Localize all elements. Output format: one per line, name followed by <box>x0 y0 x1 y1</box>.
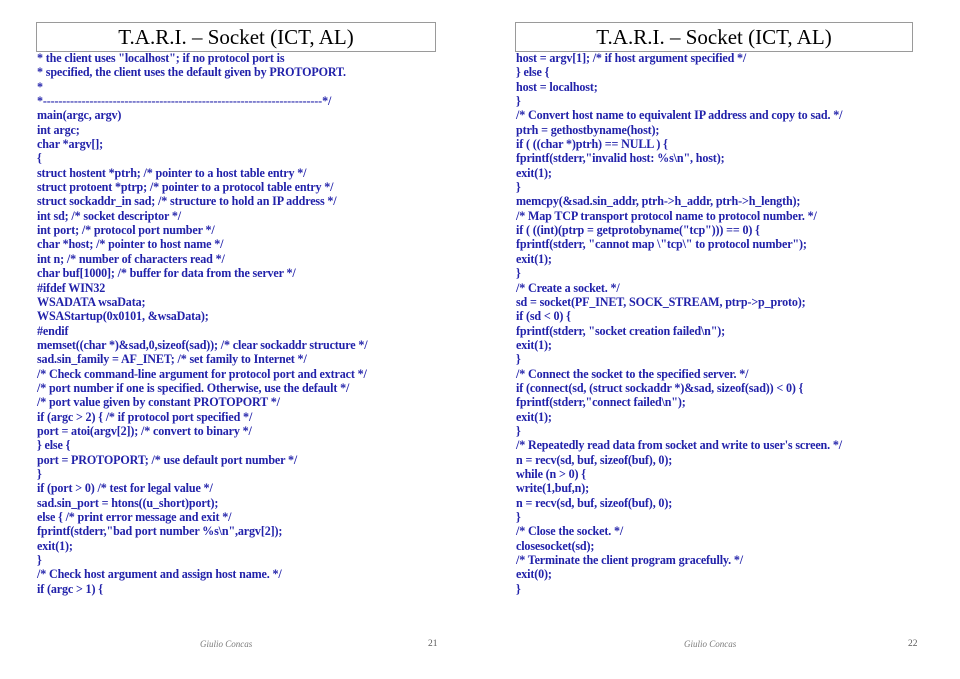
code-line: exit(1); <box>516 409 552 424</box>
code-line: char *argv[]; <box>37 137 104 152</box>
code-line: int n; /* number of characters read */ <box>37 251 225 266</box>
footer-author-left: Giulio Concas <box>200 639 253 649</box>
code-line: * <box>37 79 43 94</box>
code-line: n = recv(sd, buf, sizeof(buf), 0); <box>516 452 673 467</box>
code-line: main(argc, argv) <box>37 108 122 123</box>
code-line: fprintf(stderr, "cannot map \"tcp\" to p… <box>516 237 807 252</box>
code-line: char buf[1000]; /* buffer for data from … <box>37 266 296 281</box>
code-body-right: host = argv[1]; /* if host argument spec… <box>516 51 951 596</box>
code-line: } <box>37 466 42 481</box>
code-line: fprintf(stderr,"bad port number %s\n",ar… <box>37 524 283 539</box>
code-line: memcpy(&sad.sin_addr, ptrh->h_addr, ptrh… <box>516 194 801 209</box>
code-line: sad.sin_family = AF_INET; /* set family … <box>37 352 307 367</box>
code-line: int port; /* protocol port number */ <box>37 223 215 238</box>
code-line: int sd; /* socket descriptor */ <box>37 208 181 223</box>
code-line: if (connect(sd, (struct sockaddr *)&sad,… <box>516 380 804 395</box>
code-line: while (n > 0) { <box>516 466 586 481</box>
code-line: if (port > 0) /* test for legal value */ <box>37 481 213 496</box>
code-body-left: * the client uses "localhost"; if no pro… <box>37 51 467 596</box>
code-line: if (argc > 1) { <box>37 581 103 596</box>
code-line: } else { <box>37 438 71 453</box>
code-line: /* Convert host name to equivalent IP ad… <box>516 108 843 123</box>
slide-title-left: T.A.R.I. – Socket (ICT, AL) <box>36 22 436 52</box>
code-line: host = argv[1]; /* if host argument spec… <box>516 51 747 65</box>
code-line: int argc; <box>37 122 80 137</box>
code-line: exit(1); <box>516 251 552 266</box>
code-line: memset((char *)&sad,0,sizeof(sad)); /* c… <box>37 337 368 352</box>
code-line: fprintf(stderr,"connect failed\n"); <box>516 395 686 410</box>
code-line: *---------------------------------------… <box>37 94 332 109</box>
code-line: /* Check command-line argument for proto… <box>37 366 367 381</box>
code-line: else { /* print error message and exit *… <box>37 510 232 524</box>
code-line: #endif <box>37 323 69 338</box>
code-line: /* Connect the socket to the specified s… <box>516 366 749 381</box>
code-line: sd = socket(PF_INET, SOCK_STREAM, ptrp->… <box>516 294 806 309</box>
code-line: fprintf(stderr,"invalid host: %s\n", hos… <box>516 151 725 166</box>
code-line: struct protoent *ptrp; /* pointer to a p… <box>37 180 334 195</box>
code-line: write(1,buf,n); <box>516 481 589 496</box>
code-line: ptrh = gethostbyname(host); <box>516 122 660 137</box>
code-line: port = PROTOPORT; /* use default port nu… <box>37 452 298 467</box>
code-line: struct sockaddr_in sad; /* structure to … <box>37 194 337 209</box>
code-line: WSADATA wsaData; <box>37 294 146 309</box>
code-line: if ( ((char *)ptrh) == NULL ) { <box>516 137 668 152</box>
footer-page-number-left: 21 <box>428 639 438 649</box>
footer-page-number-right: 22 <box>908 639 918 649</box>
code-line: } <box>516 423 521 438</box>
code-line: /* Repeatedly read data from socket and … <box>516 438 842 453</box>
code-line: exit(1); <box>516 165 552 180</box>
code-line: { <box>37 151 42 166</box>
code-line: port = atoi(argv[2]); /* convert to bina… <box>37 423 252 438</box>
code-line: * the client uses "localhost"; if no pro… <box>37 51 285 65</box>
code-line: /* Close the socket. */ <box>516 524 624 539</box>
code-line: host = localhost; <box>516 79 598 94</box>
code-line: sad.sin_port = htons((u_short)port); <box>37 495 219 510</box>
code-line: #ifdef WIN32 <box>37 280 106 295</box>
code-line: } <box>516 581 521 596</box>
code-line: exit(1); <box>37 538 73 553</box>
slide-right: T.A.R.I. – Socket (ICT, AL) host = argv[… <box>480 0 960 679</box>
code-line: exit(0); <box>516 567 552 582</box>
code-line: } <box>516 94 521 109</box>
code-line: struct hostent *ptrh; /* pointer to a ho… <box>37 165 307 180</box>
code-line: if (argc > 2) { /* if protocol port spec… <box>37 409 253 424</box>
code-line: exit(1); <box>516 337 552 352</box>
slide-pair-page: T.A.R.I. – Socket (ICT, AL) * the client… <box>0 0 960 679</box>
code-line: /* port value given by constant PROTOPOR… <box>37 395 280 410</box>
footer-author-right: Giulio Concas <box>684 639 737 649</box>
code-line: /* Terminate the client program graceful… <box>516 553 743 568</box>
code-line: } <box>516 180 521 195</box>
code-line: if ( ((int)(ptrp = getprotobyname("tcp")… <box>516 223 760 238</box>
slide-footer-right: Giulio Concas 22 <box>480 639 960 653</box>
code-line: } else { <box>516 65 550 80</box>
code-line: if (sd < 0) { <box>516 309 571 324</box>
code-line: closesocket(sd); <box>516 538 595 553</box>
slide-title-right: T.A.R.I. – Socket (ICT, AL) <box>515 22 913 52</box>
slide-left: T.A.R.I. – Socket (ICT, AL) * the client… <box>0 0 480 679</box>
code-line: * specified, the client uses the default… <box>37 65 346 80</box>
code-line: } <box>516 510 521 524</box>
code-line: } <box>516 266 521 281</box>
code-line: } <box>516 352 521 367</box>
code-line: char *host; /* pointer to host name */ <box>37 237 224 252</box>
code-line: fprintf(stderr, "socket creation failed\… <box>516 323 726 338</box>
code-line: /* Check host argument and assign host n… <box>37 567 282 582</box>
code-line: } <box>37 553 42 568</box>
code-line: /* port number if one is specified. Othe… <box>37 380 350 395</box>
code-line: /* Map TCP transport protocol name to pr… <box>516 208 817 223</box>
slide-footer-left: Giulio Concas 21 <box>0 639 480 653</box>
code-line: n = recv(sd, buf, sizeof(buf), 0); <box>516 495 673 510</box>
code-line: WSAStartup(0x0101, &wsaData); <box>37 309 209 324</box>
code-line: /* Create a socket. */ <box>516 280 620 295</box>
